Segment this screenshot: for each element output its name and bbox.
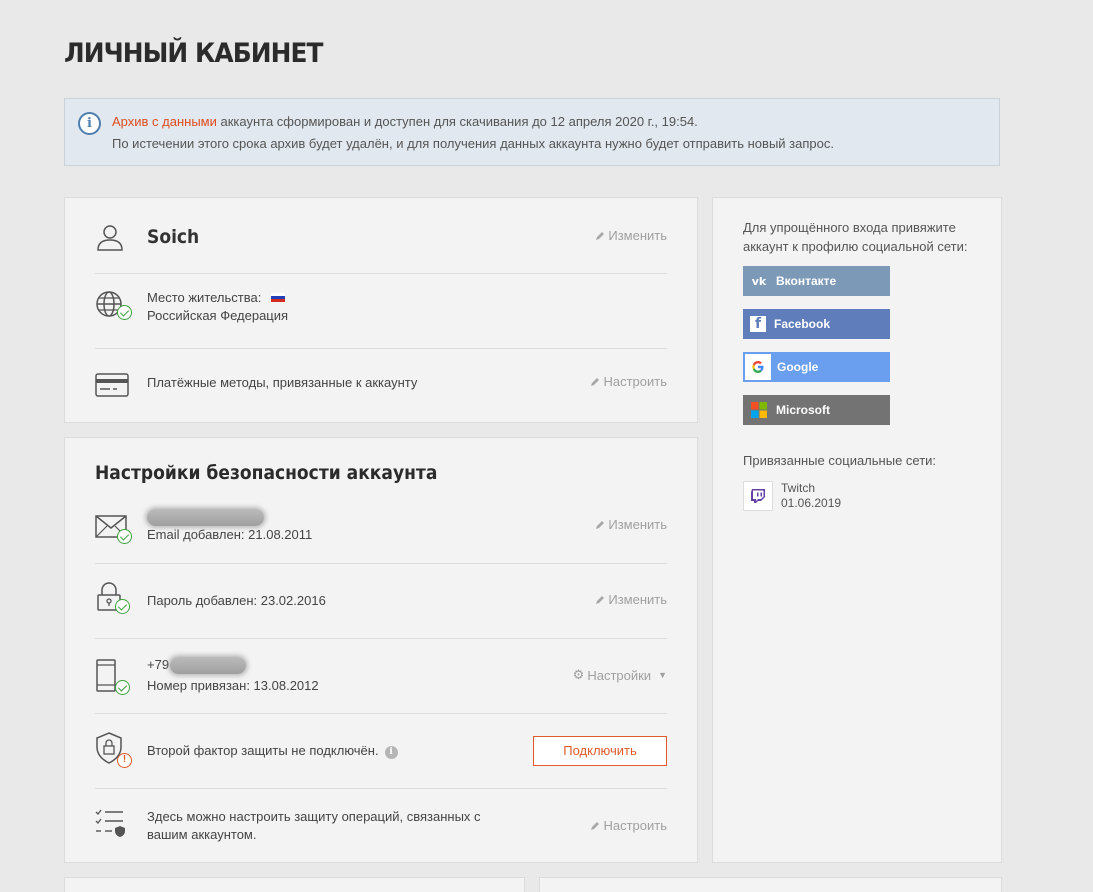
bottom-card-right [539,877,1002,892]
edit-password-button[interactable]: Изменить [595,592,667,607]
pencil-icon [596,595,605,604]
vk-label: Вконтакте [776,274,837,288]
edit-label: Изменить [608,228,667,243]
operations-row: Здесь можно настроить защиту операций, с… [95,789,667,864]
archive-link[interactable]: Архив с данными [112,114,217,129]
password-added: Пароль добавлен: 23.02.2016 [147,593,326,608]
bottom-card-left [64,877,525,892]
connect-2fa-button[interactable]: Подключить [533,736,667,766]
edit-username-button[interactable]: Изменить [595,228,667,243]
edit-label: Изменить [608,517,667,532]
security-card: Настройки безопасности аккаунта Email до… [64,437,698,863]
verified-check-icon [115,680,130,695]
facebook-label: Facebook [774,317,831,331]
username: Soich [147,226,200,248]
configure-label: Настроить [603,818,667,833]
verified-check-icon [115,599,130,614]
google-icon [745,354,771,380]
russia-flag-icon [270,293,285,302]
warning-icon: ! [117,753,132,768]
residence-value: Российская Федерация [147,308,289,323]
social-card: Для упрощённого входа привяжите аккаунт … [712,197,1002,863]
twofa-status: Второй фактор защиты не подключён. i [147,742,398,760]
checklist-shield-icon [95,809,125,837]
facebook-icon: f [750,316,766,332]
verified-check-icon [117,305,132,320]
vk-icon: vk [751,274,767,288]
configure-payment-button[interactable]: Настроить [590,374,667,389]
operations-line-2: вашим аккаунтом. [147,827,257,842]
google-label: Google [777,360,819,374]
phone-bound: Номер привязан: 13.08.2012 [147,678,319,693]
phone-icon [96,659,116,692]
configure-label: Настроить [603,374,667,389]
twofa-text: Второй фактор защиты не подключён. [147,743,379,758]
microsoft-label: Microsoft [776,403,830,417]
configure-operations-button[interactable]: Настроить [590,818,667,833]
email-row: Email добавлен: 21.08.2011 Изменить [95,500,667,563]
info-icon: i [78,112,101,135]
notice-line-1-text: аккаунта сформирован и доступен для скач… [216,114,698,129]
phone-row: +79 Номер привязан: 13.08.2012 ⚙ Настрой… [95,639,667,713]
page-title: ЛИЧНЫЙ КАБИНЕТ [64,38,323,69]
microsoft-icon [750,401,768,419]
email-added: Email добавлен: 21.08.2011 [147,527,313,542]
social-note: Для упрощённого входа привяжите аккаунт … [743,220,968,254]
twitch-icon [743,481,773,511]
edit-label: Изменить [608,592,667,607]
linked-network-name: Twitch [781,481,816,495]
user-icon [97,225,123,251]
payment-methods-label: Платёжные методы, привязанные к аккаунту [147,375,418,390]
verified-check-icon [117,529,132,544]
user-row: Soich Изменить [95,198,667,273]
residence-label-text: Место жительства: [147,290,262,305]
info-icon[interactable]: i [384,746,398,759]
residence-row: Место жительства: Российская Федерация [95,274,667,348]
phone-settings-dropdown[interactable]: ⚙ Настройки ▼ [573,667,667,683]
chevron-down-icon: ▼ [658,670,667,680]
pencil-icon [596,520,605,529]
password-row: Пароль добавлен: 23.02.2016 Изменить [95,564,667,638]
facebook-login-button[interactable]: f Facebook [743,309,890,339]
notice-line-2: По истечении этого срока архив будет уда… [112,136,834,151]
settings-label: Настройки [587,667,652,683]
pencil-icon [596,231,605,240]
residence-label: Место жительства: [147,289,285,307]
credit-card-icon [95,373,129,397]
edit-email-button[interactable]: Изменить [595,517,667,532]
pencil-icon [591,377,600,386]
archive-notice: i Архив с данными аккаунта сформирован и… [64,98,1000,166]
microsoft-login-button[interactable]: Microsoft [743,395,890,425]
operations-line-1: Здесь можно настроить защиту операций, с… [147,809,481,824]
profile-card: Soich Изменить Место жительства: Российс… [64,197,698,423]
gear-icon: ⚙ [572,667,585,682]
phone-number: +79 [147,657,170,672]
linked-networks-title: Привязанные социальные сети: [743,453,937,468]
security-title: Настройки безопасности аккаунта [95,462,438,484]
vk-login-button[interactable]: vk Вконтакте [743,266,890,296]
twofa-row: ! Второй фактор защиты не подключён. i По… [95,714,667,788]
linked-network-date: 01.06.2019 [781,496,842,510]
payment-row: Платёжные методы, привязанные к аккаунту… [95,349,667,424]
email-redacted [147,509,264,526]
pencil-icon [591,821,600,830]
phone-redacted [170,657,246,674]
notice-line-1: Архив с данными аккаунта сформирован и д… [112,114,698,129]
google-login-button[interactable]: Google [743,352,890,382]
